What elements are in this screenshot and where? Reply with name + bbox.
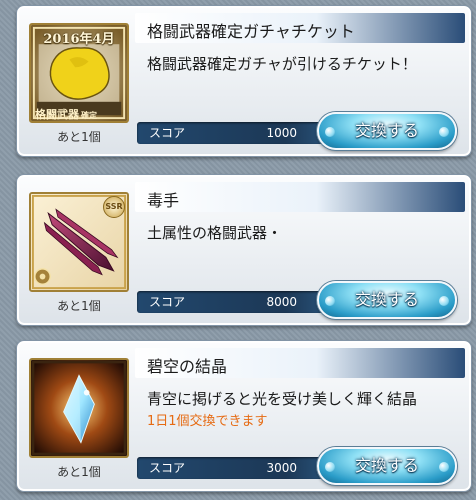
exchange-button-label: 交換する bbox=[354, 121, 419, 140]
item-description: 青空に掲げると光を受け美しく輝く結晶 bbox=[147, 390, 418, 408]
crystal-icon bbox=[31, 360, 127, 456]
item-description: 格闘武器確定ガチャが引けるチケット！ bbox=[147, 55, 417, 73]
stamp-bottom-text: 格闘武器 bbox=[35, 108, 79, 121]
score-label: スコア bbox=[149, 126, 186, 140]
stock-count: あと1個 bbox=[57, 465, 101, 479]
shop-item-card: SSR あと1個 毒手 土属性の格闘武器・ スコア 8000 交換する bbox=[16, 174, 472, 326]
exchange-button[interactable]: 交換する bbox=[317, 447, 457, 485]
score-label: スコア bbox=[149, 461, 186, 475]
item-thumbnail bbox=[29, 358, 129, 458]
stock-count: あと1個 bbox=[57, 130, 101, 144]
score-value: 3000 bbox=[266, 461, 297, 475]
stamp-tag: 確定 bbox=[81, 111, 97, 120]
item-thumbnail: 2016年4月 格闘武器 確定 bbox=[29, 23, 129, 123]
stamp-bottom: 格闘武器 確定 bbox=[35, 106, 97, 121]
item-thumbnail: SSR bbox=[29, 192, 129, 292]
exchange-button-label: 交換する bbox=[354, 456, 419, 475]
title-bar bbox=[135, 182, 465, 212]
stock-count: あと1個 bbox=[57, 299, 101, 313]
exchange-button[interactable]: 交換する bbox=[317, 112, 457, 150]
exchange-button[interactable]: 交換する bbox=[317, 281, 457, 319]
shop-item-card: あと1個 碧空の結晶 青空に掲げると光を受け美しく輝く結晶 1日1個交換できます… bbox=[16, 340, 472, 492]
score-value: 1000 bbox=[266, 126, 297, 140]
button-orb-icon bbox=[439, 127, 449, 137]
score-label: スコア bbox=[149, 295, 186, 309]
exchange-button-label: 交換する bbox=[354, 290, 419, 309]
exchange-limit-note: 1日1個交換できます bbox=[147, 414, 268, 429]
rarity-badge: SSR bbox=[103, 196, 125, 218]
item-description: 土属性の格闘武器・ bbox=[147, 224, 283, 242]
item-title: 碧空の結晶 bbox=[147, 357, 228, 376]
score-value: 8000 bbox=[266, 295, 297, 309]
button-orb-icon bbox=[439, 296, 449, 306]
item-title: 格闘武器確定ガチャチケット bbox=[147, 22, 355, 41]
stamp-year: 2016年4月 bbox=[43, 32, 115, 47]
item-title: 毒手 bbox=[147, 191, 180, 210]
shop-item-card: 2016年4月 格闘武器 確定 あと1個 格闘武器確定ガチャチケット 格闘武器確定… bbox=[16, 5, 472, 157]
button-orb-icon bbox=[439, 462, 449, 472]
